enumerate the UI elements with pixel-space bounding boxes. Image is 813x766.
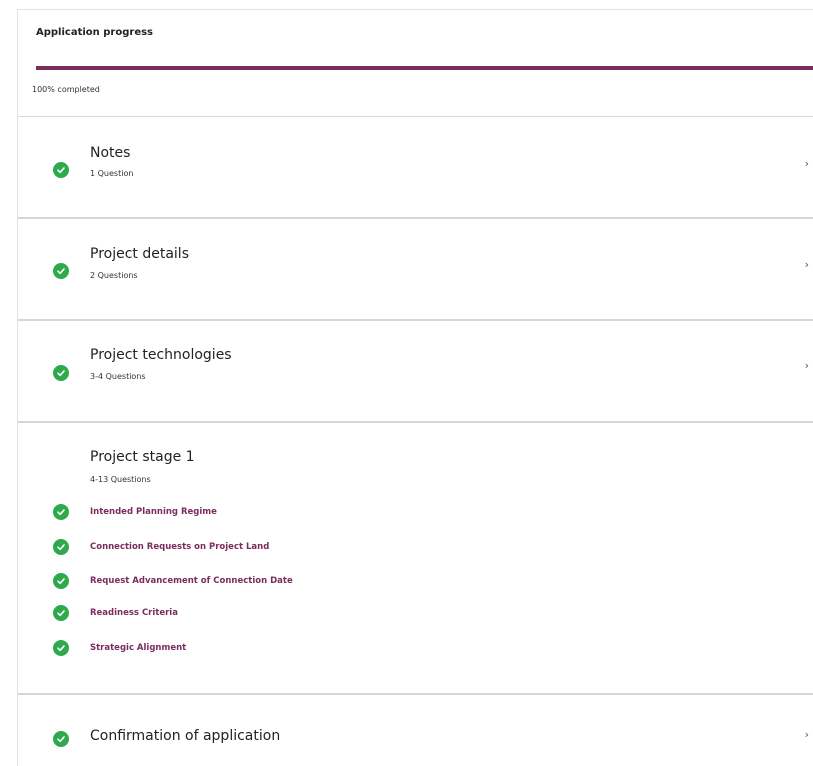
progress-bar-fill bbox=[36, 66, 813, 70]
check-circle-icon bbox=[53, 162, 69, 178]
section-notes[interactable]: Notes 1 Question › bbox=[18, 117, 813, 219]
section-title: Project technologies bbox=[90, 347, 232, 363]
question-link[interactable]: Readiness Criteria bbox=[90, 608, 178, 618]
check-circle-icon bbox=[53, 365, 69, 381]
section-title: Project details bbox=[90, 246, 189, 262]
section-title: Project stage 1 bbox=[90, 449, 195, 465]
section-question-count: 1 Question bbox=[90, 169, 134, 178]
progress-text: 100% completed bbox=[32, 85, 100, 94]
section-title: Notes bbox=[90, 145, 131, 161]
section-title: Confirmation of application bbox=[90, 728, 281, 744]
check-circle-icon bbox=[53, 539, 69, 555]
progress-header: Application progress 100% completed bbox=[18, 10, 813, 117]
check-circle-icon bbox=[53, 263, 69, 279]
question-link[interactable]: Request Advancement of Connection Date bbox=[90, 576, 293, 586]
check-circle-icon bbox=[53, 504, 69, 520]
section-question-count: 4-13 Questions bbox=[90, 475, 151, 484]
section-question-count: 3-4 Questions bbox=[90, 372, 146, 381]
application-progress-panel: Application progress 100% completed Note… bbox=[17, 9, 813, 766]
check-circle-icon bbox=[53, 640, 69, 656]
list-item[interactable]: Request Advancement of Connection Date bbox=[53, 573, 293, 589]
progress-bar bbox=[36, 66, 813, 70]
list-item[interactable]: Strategic Alignment bbox=[53, 640, 186, 656]
list-item[interactable]: Readiness Criteria bbox=[53, 605, 178, 621]
section-question-count: 2 Questions bbox=[90, 271, 138, 280]
question-link[interactable]: Intended Planning Regime bbox=[90, 507, 217, 517]
check-circle-icon bbox=[53, 731, 69, 747]
section-project-stage-1: Project stage 1 4-13 Questions Intended … bbox=[18, 423, 813, 695]
chevron-right-icon[interactable]: › bbox=[805, 258, 809, 271]
list-item[interactable]: Intended Planning Regime bbox=[53, 504, 217, 520]
chevron-right-icon[interactable]: › bbox=[805, 157, 809, 170]
check-circle-icon bbox=[53, 605, 69, 621]
chevron-right-icon[interactable]: › bbox=[805, 728, 809, 741]
question-link[interactable]: Strategic Alignment bbox=[90, 643, 186, 653]
section-project-technologies[interactable]: Project technologies 3-4 Questions › bbox=[18, 321, 813, 423]
check-circle-icon bbox=[53, 573, 69, 589]
progress-title: Application progress bbox=[36, 27, 154, 38]
chevron-right-icon[interactable]: › bbox=[805, 359, 809, 372]
section-project-details[interactable]: Project details 2 Questions › bbox=[18, 219, 813, 321]
question-link[interactable]: Connection Requests on Project Land bbox=[90, 542, 269, 552]
section-confirmation-of-application[interactable]: Confirmation of application › bbox=[18, 695, 813, 766]
list-item[interactable]: Connection Requests on Project Land bbox=[53, 539, 269, 555]
